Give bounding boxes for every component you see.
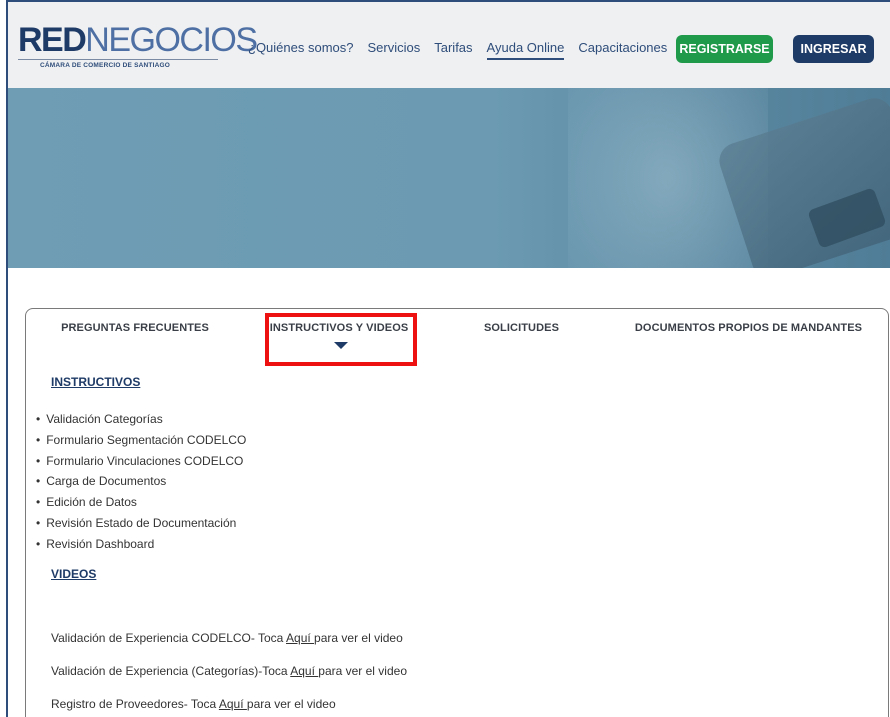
logo-red-text: RED: [18, 21, 87, 59]
nav-ayuda-online[interactable]: Ayuda Online: [486, 40, 565, 60]
video-item-suffix: para ver el video: [314, 631, 403, 645]
red-highlight-box: [265, 313, 417, 366]
instructivos-list: Validación Categorías Formulario Segment…: [36, 409, 246, 555]
instructivos-heading: INSTRUCTIVOS: [51, 375, 141, 389]
list-item[interactable]: Validación Categorías: [36, 409, 246, 430]
tab-bar: PREGUNTAS FRECUENTES INSTRUCTIVOS Y VIDE…: [26, 309, 888, 347]
videos-heading: VIDEOS: [51, 567, 97, 581]
logo-divider: [18, 59, 218, 60]
nav-servicios[interactable]: Servicios: [368, 40, 421, 60]
video-item-text: Validación de Experiencia (Categorías)-T…: [51, 664, 291, 678]
help-tabs-panel: PREGUNTAS FRECUENTES INSTRUCTIVOS Y VIDE…: [25, 308, 889, 717]
list-item[interactable]: Revisión Dashboard: [36, 534, 246, 555]
site-header: REDNEGOCIOS CÁMARA DE COMERCIO DE SANTIA…: [8, 2, 890, 88]
tab-solicitudes[interactable]: SOLICITUDES: [434, 309, 609, 347]
page-frame: REDNEGOCIOS CÁMARA DE COMERCIO DE SANTIA…: [6, 0, 890, 717]
tab-documentos-propios-de-mandantes[interactable]: DOCUMENTOS PROPIOS DE MANDANTES: [609, 309, 888, 347]
video-link[interactable]: Aquí: [219, 697, 247, 711]
nav-capacitaciones[interactable]: Capacitaciones: [578, 40, 667, 60]
video-item: Validación de Experiencia CODELCO- Toca …: [51, 631, 403, 645]
video-item: Validación de Experiencia (Categorías)-T…: [51, 664, 407, 678]
login-button[interactable]: INGRESAR: [793, 35, 874, 63]
video-item-suffix: para ver el video: [246, 697, 336, 711]
video-item: Registro de Proveedores- Toca Aquí para …: [51, 697, 336, 711]
logo-blue-text: NEGOCIOS: [85, 21, 258, 59]
video-item-text: Validación de Experiencia CODELCO- Toca: [51, 631, 287, 645]
video-item-text: Registro de Proveedores- Toca: [51, 697, 219, 711]
nav-tarifas[interactable]: Tarifas: [434, 40, 472, 60]
list-item[interactable]: Edición de Datos: [36, 492, 246, 513]
list-item[interactable]: Carga de Documentos: [36, 471, 246, 492]
hero-banner-image: [8, 88, 890, 268]
list-item[interactable]: Revisión Estado de Documentación: [36, 513, 246, 534]
video-item-suffix: para ver el video: [318, 664, 407, 678]
video-link[interactable]: Aquí: [290, 664, 318, 678]
video-link[interactable]: Aquí: [286, 631, 314, 645]
list-item[interactable]: Formulario Segmentación CODELCO: [36, 430, 246, 451]
tab-preguntas-frecuentes[interactable]: PREGUNTAS FRECUENTES: [26, 309, 244, 347]
register-button[interactable]: REGISTRARSE: [676, 35, 773, 63]
main-nav: ¿Quiénes somos? Servicios Tarifas Ayuda …: [248, 40, 681, 60]
logo-wordmark: REDNEGOCIOS: [18, 21, 258, 59]
logo-subtitle: CÁMARA DE COMERCIO DE SANTIAGO: [40, 62, 170, 69]
rednegocios-logo[interactable]: REDNEGOCIOS CÁMARA DE COMERCIO DE SANTIA…: [18, 21, 258, 76]
list-item[interactable]: Formulario Vinculaciones CODELCO: [36, 451, 246, 472]
nav-quienes-somos[interactable]: ¿Quiénes somos?: [248, 40, 354, 60]
